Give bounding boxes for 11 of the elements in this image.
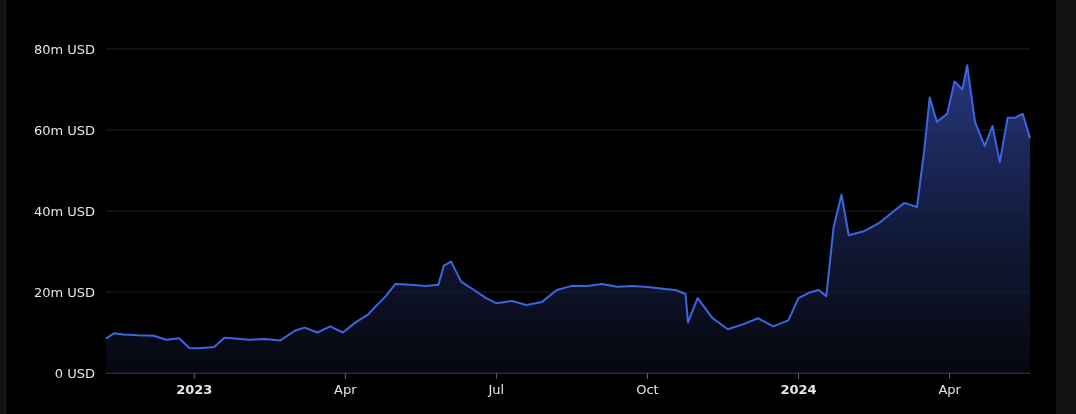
y-axis-label: 40m USD	[33, 204, 95, 219]
x-axis-label: Jul	[488, 382, 505, 397]
y-axis-label: 0 USD	[54, 366, 95, 381]
y-axis-label: 60m USD	[33, 123, 95, 138]
x-axis-label: 2023	[176, 382, 213, 397]
x-axis-label: 2024	[780, 382, 817, 397]
x-axis-label: Apr	[938, 382, 961, 397]
x-axis-label: Apr	[334, 382, 357, 397]
x-axis-label: Oct	[636, 382, 659, 397]
y-axis-label: 20m USD	[33, 285, 95, 300]
y-axis-label: 80m USD	[33, 42, 95, 57]
